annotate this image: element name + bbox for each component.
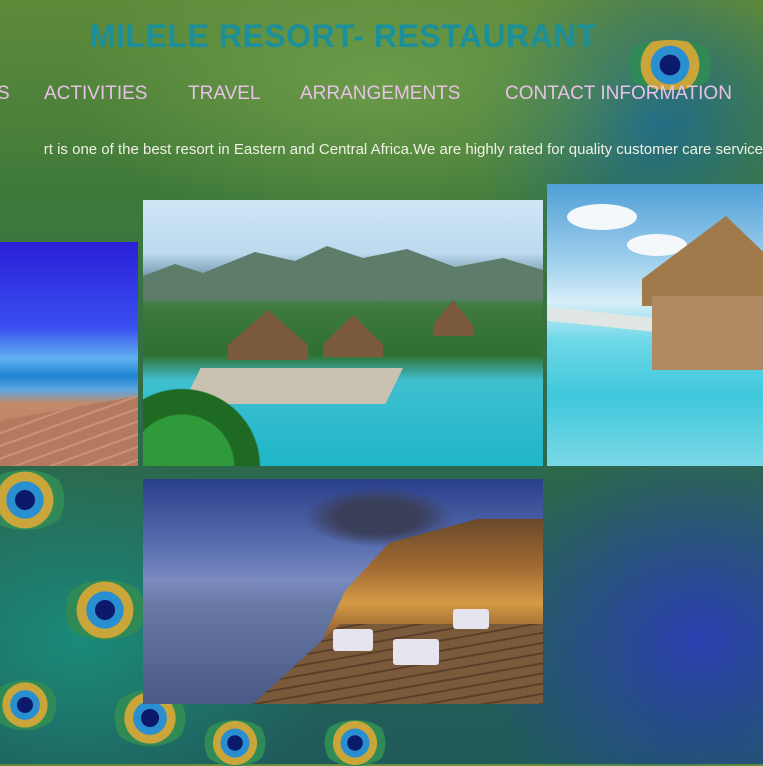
mountains-decoration (143, 246, 543, 300)
chair-decoration (393, 639, 439, 665)
evening-deck-restaurant-photo (143, 479, 543, 704)
peacock-feather-decoration (0, 470, 70, 530)
hut-decoration (433, 300, 473, 336)
nav-item-partial[interactable]: S (0, 83, 10, 105)
nav-item-travel[interactable]: TRAVEL (188, 83, 261, 105)
cloud-decoration (567, 204, 637, 230)
main-nav: S ACTIVITIES TRAVEL ARRANGEMENTS CONTACT… (0, 83, 763, 109)
plant-decoration (143, 376, 273, 466)
hut-decoration (228, 310, 308, 360)
page: { "site": { "title": "MILELE RESORT- RES… (0, 0, 763, 766)
pool-resort-photo (143, 200, 543, 466)
peacock-feather-decoration (0, 680, 60, 730)
nav-item-contact-information[interactable]: CONTACT INFORMATION (505, 83, 732, 105)
peacock-feather-decoration (60, 580, 150, 640)
hut-decoration (323, 315, 383, 357)
ocean-deck-photo (0, 242, 138, 466)
nav-item-activities[interactable]: ACTIVITIES (44, 83, 147, 105)
bungalow-decoration (652, 296, 763, 370)
peacock-feather-decoration (200, 720, 270, 766)
site-title: MILELE RESORT- RESTAURANT (89, 18, 597, 54)
chair-decoration (333, 629, 373, 651)
nav-item-arrangements[interactable]: ARRANGEMENTS (300, 83, 460, 105)
deck-decoration (0, 396, 138, 466)
intro-text: rt is one of the best resort in Eastern … (43, 141, 763, 158)
peacock-feather-decoration (320, 720, 390, 766)
roof-decoration (642, 216, 763, 306)
chair-decoration (453, 609, 489, 629)
overwater-bungalow-photo (547, 184, 763, 466)
